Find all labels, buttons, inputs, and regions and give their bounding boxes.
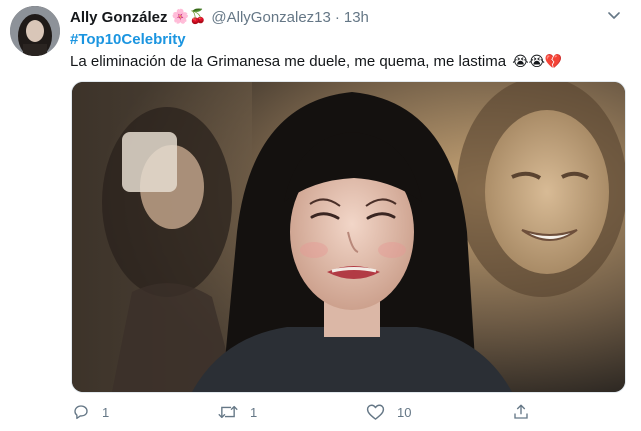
- name-emojis: 🌸🍒: [171, 9, 207, 25]
- retweet-icon: [218, 403, 238, 421]
- tweet-timestamp[interactable]: 13h: [344, 9, 369, 26]
- avatar[interactable]: [10, 6, 60, 56]
- share-button[interactable]: [512, 400, 530, 424]
- share-icon: [512, 403, 530, 421]
- reply-button[interactable]: 1: [72, 400, 109, 424]
- like-button[interactable]: 10: [366, 400, 411, 424]
- tweet-text-emojis: 😭😭💔: [512, 54, 563, 70]
- tweet-header: Ally González 🌸🍒 @AllyGonzalez13 · 13h: [70, 7, 369, 27]
- tweet-media-image[interactable]: [71, 81, 626, 393]
- display-name[interactable]: Ally González: [70, 9, 168, 26]
- chevron-down-icon[interactable]: [607, 9, 621, 23]
- heart-icon: [366, 403, 385, 421]
- user-handle[interactable]: @AllyGonzalez13: [211, 9, 330, 26]
- tweet-card[interactable]: Ally González 🌸🍒 @AllyGonzalez13 · 13h #…: [0, 0, 641, 431]
- separator-dot: ·: [334, 8, 340, 26]
- tweet-text-body: La eliminación de la Grimanesa me duele,…: [70, 53, 507, 70]
- retweet-button[interactable]: 1: [218, 400, 257, 424]
- photo-collage-crying-woman: [72, 82, 625, 392]
- reply-count: 1: [102, 404, 110, 420]
- tweet-actions: 1 1 10: [70, 400, 550, 424]
- retweet-count: 1: [250, 404, 258, 420]
- tweet-text: La eliminación de la Grimanesa me duele,…: [70, 53, 562, 70]
- hashtag-link[interactable]: #Top10Celebrity: [70, 31, 186, 48]
- like-count: 10: [397, 404, 412, 420]
- reply-icon: [72, 403, 90, 421]
